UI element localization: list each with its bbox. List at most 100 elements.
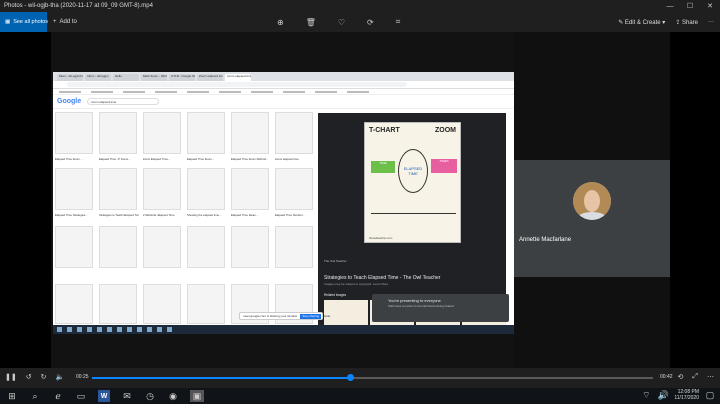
repeat-icon[interactable]: ⟲ — [678, 373, 684, 381]
browser-tab[interactable]: Hello — [113, 74, 139, 81]
rotate-icon[interactable]: ⟳ — [367, 18, 374, 27]
browser-tab[interactable]: Inbox - athaggin — [85, 74, 111, 81]
start-icon[interactable]: ⊞ — [6, 390, 18, 402]
zoom-icon[interactable]: ⊕ — [277, 18, 284, 27]
share-button[interactable]: ⇪ Share — [675, 19, 698, 26]
search-input: zoom elapsed time — [87, 98, 160, 105]
participant-name: Annette Macfarlane — [519, 237, 572, 243]
pause-icon[interactable]: ❚❚ — [5, 373, 17, 381]
url-field — [67, 82, 407, 87]
image-result-thumb[interactable] — [187, 168, 225, 210]
image-result-thumb[interactable] — [55, 284, 93, 324]
windows-taskbar: ⊞ ⌕ ℯ ▭ W ✉ ◷ ◉ ▣ ⌔ 🔊 12:08 PM 11/17/202… — [0, 388, 720, 404]
browser-tab[interactable]: Zoom elapsed time — [197, 74, 223, 81]
edge-icon[interactable]: ℯ — [52, 390, 64, 402]
volume-icon[interactable]: 🔈 — [55, 373, 64, 381]
image-result-thumb[interactable] — [275, 226, 313, 268]
preview-timeline — [371, 213, 456, 214]
share-label: Share — [681, 19, 698, 26]
maximize-button[interactable]: ☐ — [680, 0, 700, 12]
seek-handle[interactable] — [346, 374, 354, 381]
word-icon[interactable]: W — [98, 390, 110, 402]
image-result-thumb[interactable] — [143, 226, 181, 268]
see-all-photos-button[interactable]: ▦ See all photos — [0, 12, 49, 32]
image-result-caption: Elapsed Time Ideas... — [231, 213, 258, 217]
image-result-thumb[interactable] — [143, 168, 181, 210]
notifications-icon[interactable]: ▢ — [704, 389, 716, 401]
file-explorer-icon[interactable]: ▭ — [75, 390, 87, 402]
taskbar-clock[interactable]: 12:08 PM 11/17/2020 — [674, 389, 699, 401]
add-to-button[interactable]: + Add to — [53, 19, 77, 25]
image-result-thumb[interactable] — [55, 112, 93, 154]
delete-icon[interactable]: 🗑 — [306, 18, 316, 27]
presenting-line1: You're presenting to everyone — [388, 298, 441, 303]
image-result-thumb[interactable] — [143, 112, 181, 154]
image-result-caption: Elapsed Time Zoom ... — [55, 157, 83, 161]
clock-icon[interactable]: ◷ — [144, 390, 156, 402]
close-button[interactable]: ✕ — [700, 0, 720, 12]
participant-panel: Annette Macfarlane — [514, 32, 670, 368]
image-result-caption: Elapsed Time Number... — [275, 213, 305, 217]
chrome-icon[interactable]: ◉ — [167, 390, 179, 402]
image-result-thumb[interactable] — [187, 112, 225, 154]
image-result-thumb[interactable] — [275, 168, 313, 210]
preview-title: Strategies to Teach Elapsed Time - The O… — [324, 275, 441, 281]
image-result-thumb[interactable] — [187, 226, 225, 268]
window-title: Photos - wil-ogjb-tha (2020-11-17 at 09_… — [4, 3, 153, 9]
share-icon: ⇪ — [675, 19, 682, 26]
image-result-caption: Showing the elapsed time... — [187, 213, 222, 217]
more-icon[interactable]: ⋯ — [707, 373, 714, 381]
edit-create-button[interactable]: ✎ Edit & Create ▾ — [618, 19, 665, 26]
presenting-line2: Click here to return to the tab that is … — [388, 304, 454, 308]
image-result-caption: Elapsed Time Zoom... — [187, 157, 215, 161]
favorite-icon[interactable]: ♡ — [338, 18, 345, 27]
fullscreen-icon[interactable]: ⤢ — [692, 373, 698, 381]
browser-tab[interactable]: Meet - wil-ogjb-tha — [57, 74, 83, 81]
image-result-caption: Elapsed Time: 'Z' Zoom... — [99, 157, 131, 161]
image-result-caption: Zoom Elapsed Time... — [143, 157, 171, 161]
browser-tab[interactable]: GTLB - Google Slides — [169, 74, 195, 81]
network-icon[interactable]: ⌔ — [640, 389, 652, 401]
image-result-thumb[interactable] — [55, 168, 93, 210]
hide-button[interactable]: Hide — [324, 314, 330, 318]
preview-pink-label: TIMES — [431, 159, 457, 173]
image-result-caption: 2 Methods: Elapsed Time — [143, 213, 175, 217]
image-result-thumb[interactable] — [231, 112, 269, 154]
browser-tab[interactable]: zoom elapsed time — [225, 74, 251, 81]
speaker-icon[interactable]: 🔊 — [657, 389, 669, 401]
sharing-bar: meet.google.com is sharing your window S… — [239, 312, 330, 320]
avatar — [573, 182, 611, 220]
preview-chart-title: T-CHART — [369, 127, 400, 134]
image-result-thumb[interactable] — [231, 168, 269, 210]
image-results-grid: Elapsed Time Zoom ... Elapsed Time: 'Z' Z… — [55, 112, 313, 328]
mail-icon[interactable]: ✉ — [121, 390, 133, 402]
minimize-button[interactable]: — — [660, 0, 680, 12]
more-button[interactable]: ··· — [708, 19, 714, 25]
forward-icon[interactable]: ↻ — [41, 373, 47, 381]
stop-sharing-button[interactable]: Stop sharing — [300, 313, 322, 319]
address-bar — [53, 81, 514, 89]
rewind-icon[interactable]: ↺ — [26, 373, 32, 381]
image-result-thumb[interactable] — [99, 284, 137, 324]
image-result-thumb[interactable] — [275, 112, 313, 154]
photos-icon[interactable]: ▣ — [190, 390, 204, 402]
image-result-thumb[interactable] — [231, 226, 269, 268]
image-result-thumb[interactable] — [187, 284, 225, 324]
image-result-thumb[interactable] — [99, 168, 137, 210]
image-result-thumb[interactable] — [99, 112, 137, 154]
image-result-thumb[interactable] — [99, 226, 137, 268]
center-tools: ⊕ 🗑 ♡ ⟳ ⌗ — [277, 12, 400, 32]
image-result-thumb[interactable] — [143, 284, 181, 324]
seek-bar[interactable] — [92, 377, 653, 379]
crop-icon[interactable]: ⌗ — [396, 17, 401, 27]
preview-zoom-title: ZOOM — [435, 127, 456, 134]
browser-tab[interactable]: Math Zoom - 2020 — [141, 74, 167, 81]
photos-app: Photos - wil-ogjb-tha (2020-11-17 at 09_… — [0, 0, 720, 404]
title-bar: Photos - wil-ogjb-tha (2020-11-17 at 09_… — [0, 0, 720, 12]
see-all-label: See all photos — [13, 19, 49, 25]
image-result-thumb[interactable] — [55, 226, 93, 268]
total-time: 00:42 — [660, 374, 673, 380]
current-time: 00:25 — [76, 374, 89, 380]
presenting-notice[interactable]: You're presenting to everyone Click here… — [372, 294, 509, 322]
search-icon[interactable]: ⌕ — [29, 390, 41, 402]
